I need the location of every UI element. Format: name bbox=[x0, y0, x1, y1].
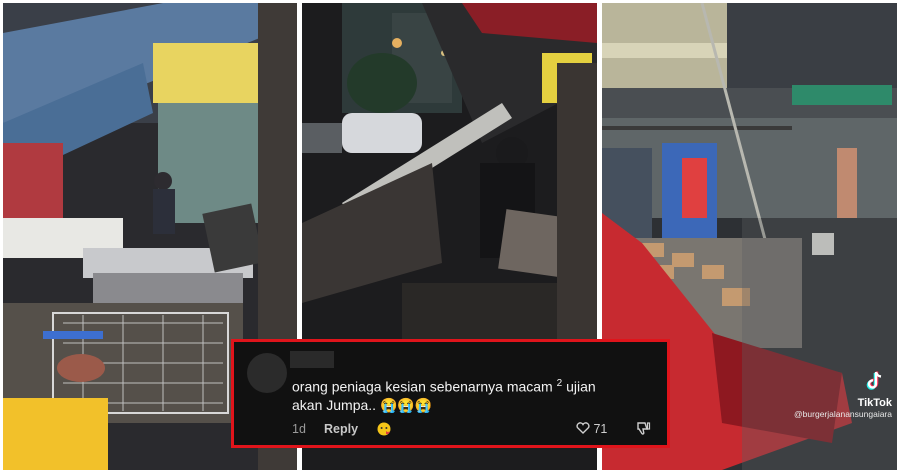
dislike-button[interactable] bbox=[636, 421, 652, 441]
comment-superscript: 2 bbox=[556, 378, 563, 389]
tiktok-watermark: TikTok bbox=[858, 370, 892, 409]
comment-text-main: orang peniaga kesian sebenarnya macam bbox=[292, 378, 553, 395]
like-button[interactable]: 71 bbox=[576, 422, 607, 436]
tiktok-logo-icon bbox=[866, 371, 881, 390]
comment-text-line2: akan Jumpa.. bbox=[292, 396, 377, 413]
comment-card: orang peniaga kesian sebenarnya macam 2 … bbox=[231, 339, 670, 448]
comment-text: orang peniaga kesian sebenarnya macam 2 … bbox=[292, 375, 652, 414]
tiktok-brand: TikTok bbox=[857, 397, 892, 409]
comment-text-rest: ujian bbox=[566, 378, 596, 395]
reaction-emoji-icon[interactable] bbox=[376, 421, 392, 436]
heart-icon bbox=[576, 422, 590, 434]
dislike-icon bbox=[637, 422, 651, 435]
tiktok-handle: @burgerjalanansungaiara bbox=[794, 409, 892, 419]
username-redacted[interactable] bbox=[290, 351, 334, 368]
comment-age: 1d bbox=[292, 422, 306, 436]
avatar[interactable] bbox=[247, 353, 287, 393]
reply-button[interactable]: Reply bbox=[324, 422, 358, 436]
comment-emojis: 😭😭😭 bbox=[379, 396, 433, 413]
like-count: 71 bbox=[593, 422, 608, 436]
